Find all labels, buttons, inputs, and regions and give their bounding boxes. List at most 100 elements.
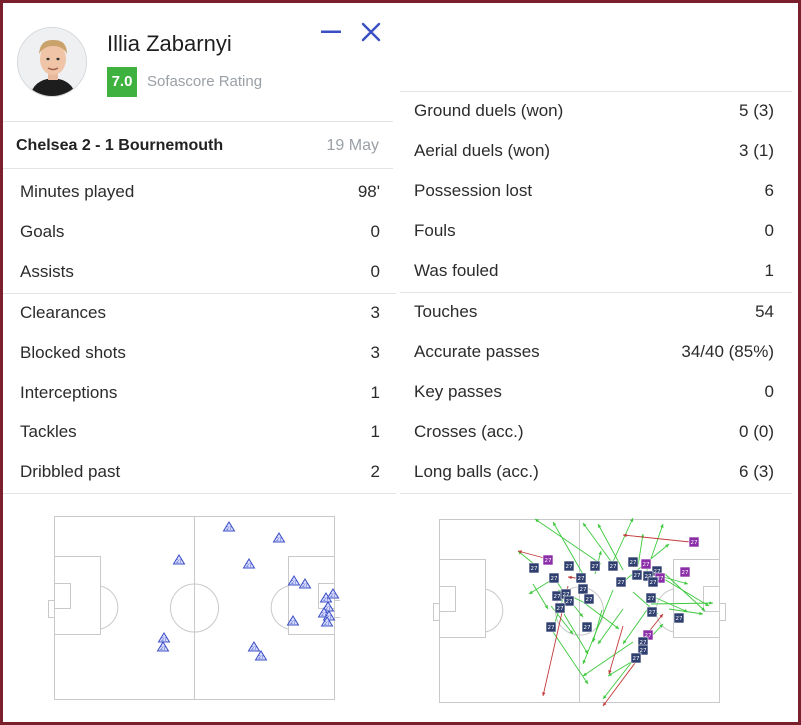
pass-origin-marker: 27 (627, 556, 639, 568)
pass-origin-marker: 27 (645, 592, 657, 604)
svg-text:27: 27 (161, 637, 167, 643)
svg-text:27: 27 (276, 537, 282, 543)
svg-text:27: 27 (566, 599, 573, 605)
match-date: 19 May (326, 137, 379, 154)
stat-label: Fouls (414, 221, 456, 240)
svg-text:27: 27 (551, 576, 558, 582)
svg-text:27: 27 (648, 596, 655, 602)
pass-arrowhead (623, 640, 627, 644)
pass-origin-marker: 27 (589, 560, 601, 572)
pass-origin-marker: 27 (577, 583, 589, 595)
pass-origin-marker: 27 (563, 560, 575, 572)
pass-map-pitch[interactable]: 272727 27 27 2727 27272727 2727 272727 2727 2727… (433, 514, 729, 709)
defensive-actions-pitch[interactable]: 272727272727272727272727272727 2727 (48, 514, 340, 704)
stat-value: 6 (3) (739, 462, 774, 481)
pass-lines (517, 517, 714, 707)
svg-text:27: 27 (291, 580, 297, 586)
stat-label: Key passes (414, 382, 502, 401)
stat-row-crosses: Crosses (acc.) 0 (0) (414, 412, 774, 452)
pass-arrowhead (598, 640, 602, 644)
svg-text:27: 27 (584, 625, 591, 631)
stat-label: Dribbled past (20, 462, 121, 481)
stat-row-clearances: Clearances 3 (20, 293, 380, 333)
stat-label: Crosses (acc.) (414, 422, 524, 441)
pass-arrowhead (535, 519, 539, 523)
pass-origin-marker: 27 (688, 536, 700, 548)
stat-row-assists: Assists 0 (20, 252, 380, 292)
close-icon[interactable] (360, 21, 382, 43)
stat-label: Touches (414, 302, 478, 321)
svg-text:27: 27 (258, 655, 264, 661)
svg-text:27: 27 (650, 580, 657, 586)
defensive-action-marker: 27 (272, 532, 286, 543)
match-summary[interactable]: Chelsea 2 - 1 Bournemouth 19 May (3, 121, 393, 169)
player-name: Illia Zabarnyi (107, 31, 232, 56)
pass-origin-marker: 27 (551, 590, 563, 602)
successful-pass-line (532, 583, 549, 610)
failed-pass-line (622, 534, 691, 543)
svg-text:27: 27 (610, 564, 617, 570)
svg-text:27: 27 (578, 576, 585, 582)
stat-row-interceptions: Interceptions 1 (20, 373, 380, 413)
svg-text:27: 27 (246, 563, 252, 569)
defensive-action-marker: 27 (298, 578, 312, 589)
defensive-action-marker: 27 (286, 615, 300, 626)
svg-text:27: 27 (302, 583, 308, 589)
svg-text:27: 27 (290, 620, 296, 626)
pass-origin-marker: 27 (575, 572, 587, 584)
pass-origin-marker: 27 (581, 621, 593, 633)
stat-value: 1 (370, 383, 380, 402)
stat-row-minutes-played: Minutes played 98' (20, 172, 380, 212)
stat-label: Assists (20, 262, 74, 281)
stat-value: 0 (0) (739, 422, 774, 441)
svg-text:27: 27 (554, 594, 561, 600)
svg-text:27: 27 (226, 526, 232, 532)
pass-arrowhead (709, 601, 713, 605)
successful-pass-line (664, 573, 706, 612)
section-divider (400, 493, 792, 494)
stat-row-dribbled-past: Dribbled past 2 (20, 452, 380, 492)
svg-text:27: 27 (649, 610, 656, 616)
rating-badge: 7.0 (107, 67, 137, 97)
minimize-icon[interactable] (321, 30, 341, 34)
rating-label: Sofascore Rating (147, 73, 263, 90)
player-photo-icon (18, 28, 86, 96)
stat-value: 3 (370, 303, 380, 322)
defensive-action-markers: 272727272727272727272727272727 2727 (156, 521, 340, 661)
stat-value: 1 (764, 261, 774, 280)
svg-text:27: 27 (160, 646, 166, 652)
defensive-action-marker: 27 (222, 521, 236, 532)
pass-origin-marker: 27 (545, 621, 557, 633)
pass-origin-marker: 27 (542, 554, 554, 566)
pass-arrowhead (660, 524, 664, 528)
pass-arrowhead (542, 692, 546, 696)
stat-value: 6 (764, 181, 774, 200)
stat-value: 98' (357, 182, 380, 201)
stat-value: 5 (3) (739, 101, 774, 120)
svg-text:27: 27 (691, 540, 698, 546)
pass-origin-marker: 27 (554, 602, 566, 614)
stat-label: Blocked shots (20, 343, 126, 362)
section-divider (3, 493, 396, 494)
defensive-action-marker: 27 (247, 641, 261, 652)
stat-label: Long balls (acc.) (414, 462, 539, 481)
svg-text:27: 27 (176, 559, 182, 565)
stat-row-goals: Goals 0 (20, 212, 380, 252)
match-title: Chelsea 2 - 1 Bournemouth (16, 137, 224, 154)
stat-row-possession-lost: Possession lost 6 (414, 171, 774, 211)
pass-origin-marker: 27 (631, 569, 643, 581)
pass-origin-marker: 27 (607, 560, 619, 572)
stat-value: 0 (764, 221, 774, 240)
stat-value: 54 (755, 302, 774, 321)
stat-label: Was fouled (414, 261, 499, 280)
svg-text:27: 27 (548, 625, 555, 631)
pass-origin-marker: 27 (563, 595, 575, 607)
svg-text:27: 27 (531, 566, 538, 572)
pass-origin-marker: 27 (647, 576, 659, 588)
svg-text:27: 27 (557, 606, 564, 612)
svg-text:27: 27 (566, 564, 573, 570)
stat-label: Goals (20, 222, 65, 241)
stat-row-accurate-passes: Accurate passes 34/40 (85%) (414, 332, 774, 372)
svg-text:27: 27 (592, 564, 599, 570)
defensive-action-marker: 27 (156, 641, 170, 652)
